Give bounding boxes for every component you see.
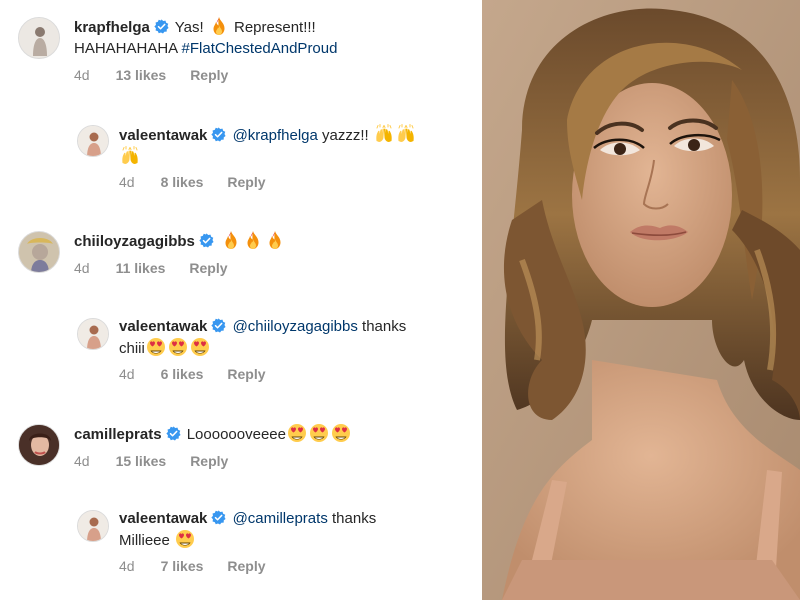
verified-icon: [166, 426, 181, 441]
heart-eyes-emoji-icon: [331, 423, 351, 443]
fire-emoji-icon: [221, 230, 241, 250]
likes-count[interactable]: 8 likes: [161, 174, 204, 190]
comment-text-line: chiii: [119, 337, 476, 359]
verified-icon: [211, 318, 226, 333]
comment-text: thanks: [357, 318, 407, 335]
comment-meta: 4d 15 likes Reply: [74, 453, 228, 469]
likes-count[interactable]: 15 likes: [116, 453, 167, 469]
raised-hands-emoji-icon: [396, 124, 416, 144]
avatar[interactable]: [77, 125, 109, 157]
comment-body: valeentawak @chiiloyzagagibbs thanks chi…: [119, 316, 476, 359]
avatar[interactable]: [77, 318, 109, 350]
comment-text-line: valeentawak @chiiloyzagagibbs thanks: [119, 316, 476, 337]
raised-hands-emoji-icon: [120, 146, 140, 166]
comment-username[interactable]: valeentawak: [119, 318, 207, 335]
avatar[interactable]: [18, 424, 60, 466]
comment-meta: 4d 6 likes Reply: [119, 366, 266, 382]
comment-text-line: valeentawak @camilleprats thanks: [119, 508, 476, 529]
comment-text-line: camilleprats Looooooveeee: [74, 423, 476, 445]
fire-emoji-icon: [265, 230, 285, 250]
comment-meta: 4d 13 likes Reply: [74, 67, 228, 83]
comment-time: 4d: [119, 174, 135, 190]
comment-meta: 4d 8 likes Reply: [119, 174, 266, 190]
comment-time: 4d: [119, 558, 135, 574]
avatar[interactable]: [77, 510, 109, 542]
comment-username[interactable]: valeentawak: [119, 510, 207, 527]
avatar[interactable]: [18, 231, 60, 273]
mention-link[interactable]: @chiiloyzagagibbs: [233, 318, 358, 335]
likes-count[interactable]: 6 likes: [161, 366, 204, 382]
comment-text-line: valeentawak @krapfhelga yazzz!!: [119, 124, 476, 146]
comment-body: valeentawak @krapfhelga yazzz!!: [119, 124, 476, 168]
comment-time: 4d: [119, 366, 135, 382]
heart-eyes-emoji-icon: [287, 423, 307, 443]
reply-button[interactable]: Reply: [227, 558, 265, 574]
comment-text: chiii: [119, 340, 145, 357]
comment-text: Yas!: [174, 19, 208, 36]
likes-count[interactable]: 11 likes: [116, 260, 166, 276]
mention-link[interactable]: @krapfhelga: [233, 127, 318, 144]
portrait-image-icon: [482, 0, 800, 600]
reply-button[interactable]: Reply: [227, 174, 265, 190]
comment-time: 4d: [74, 453, 90, 469]
heart-eyes-emoji-icon: [309, 423, 329, 443]
comments-panel: krapfhelga Yas! Represent!!! HAHAHAHAHA …: [0, 0, 482, 600]
comment-body: krapfhelga Yas! Represent!!! HAHAHAHAHA …: [74, 16, 476, 59]
comment-text-line: krapfhelga Yas! Represent!!!: [74, 16, 476, 38]
comment-text: thanks: [327, 510, 377, 527]
comment-username[interactable]: camilleprats: [74, 426, 162, 443]
comment-text-line: Millieee: [119, 529, 476, 551]
comment-meta: 4d 11 likes Reply: [74, 260, 228, 276]
verified-icon: [211, 510, 226, 525]
fire-emoji-icon: [209, 16, 229, 36]
heart-eyes-emoji-icon: [190, 337, 210, 357]
avatar-image-icon: [19, 232, 59, 272]
comment-body: chiiloyzagagibbs: [74, 230, 476, 252]
verified-icon: [211, 127, 226, 142]
avatar-image-icon: [78, 126, 108, 156]
comment-text: Represent!!!: [229, 19, 316, 36]
comment-username[interactable]: valeentawak: [119, 127, 207, 144]
comment-text: HAHAHAHAHA: [74, 40, 182, 57]
heart-eyes-emoji-icon: [168, 337, 188, 357]
heart-eyes-emoji-icon: [146, 337, 166, 357]
comment-username[interactable]: chiiloyzagagibbs: [74, 233, 195, 250]
avatar[interactable]: [18, 17, 60, 59]
comment-text: Looooooveeee: [186, 426, 286, 443]
reply-button[interactable]: Reply: [189, 260, 227, 276]
raised-hands-emoji-icon: [374, 124, 394, 144]
heart-eyes-emoji-icon: [175, 529, 195, 549]
hashtag-link[interactable]: #FlatChestedAndProud: [182, 40, 338, 57]
portrait-photo: [482, 0, 800, 600]
comment-text-line: HAHAHAHAHA #FlatChestedAndProud: [74, 38, 476, 59]
comment-text-line: [119, 146, 476, 168]
likes-count[interactable]: 7 likes: [161, 558, 204, 574]
mention-link[interactable]: @camilleprats: [233, 510, 328, 527]
likes-count[interactable]: 13 likes: [116, 67, 167, 83]
comment-body: camilleprats Looooooveeee: [74, 423, 476, 445]
reply-button[interactable]: Reply: [227, 366, 265, 382]
avatar-image-icon: [78, 511, 108, 541]
comment-body: valeentawak @camilleprats thanks Milliee…: [119, 508, 476, 551]
comment-time: 4d: [74, 260, 90, 276]
avatar-image-icon: [19, 425, 59, 465]
reply-button[interactable]: Reply: [190, 67, 228, 83]
comment-text: yazzz!!: [317, 127, 373, 144]
comment-time: 4d: [74, 67, 90, 83]
avatar-image-icon: [78, 319, 108, 349]
comment-text: Millieee: [119, 532, 175, 549]
fire-emoji-icon: [243, 230, 263, 250]
verified-icon: [154, 19, 169, 34]
comment-text-line: chiiloyzagagibbs: [74, 230, 476, 252]
reply-button[interactable]: Reply: [190, 453, 228, 469]
comment-username[interactable]: krapfhelga: [74, 19, 150, 36]
verified-icon: [199, 233, 214, 248]
comment-meta: 4d 7 likes Reply: [119, 558, 266, 574]
avatar-image-icon: [19, 18, 59, 58]
